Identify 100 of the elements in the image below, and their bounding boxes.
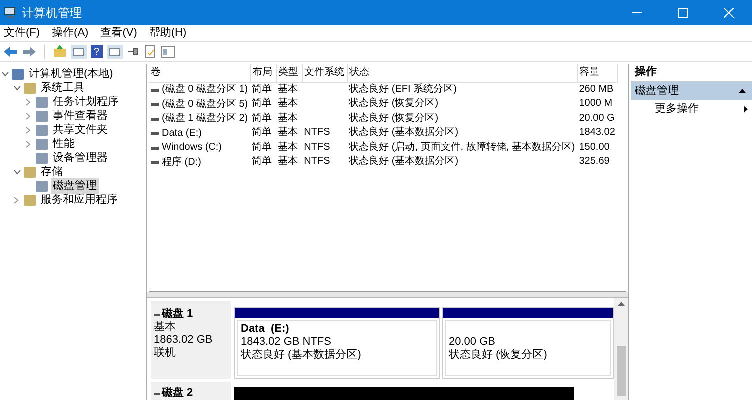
table-cell: 简单 bbox=[252, 127, 272, 138]
tree-item[interactable]: 性能 bbox=[51, 136, 77, 152]
table-cell: 状态良好 (基本数据分区) bbox=[349, 156, 459, 168]
tree-node-icon bbox=[12, 68, 24, 80]
table-cell: 基本 bbox=[278, 156, 298, 168]
partition-status: 状态良好 (基本数据分区) bbox=[241, 349, 362, 362]
table-cell: 基本 bbox=[278, 98, 298, 110]
folder-up-icon[interactable] bbox=[53, 45, 67, 58]
volume-icon bbox=[151, 132, 159, 135]
document-check-icon[interactable] bbox=[145, 44, 157, 58]
tree-item[interactable]: 磁盘管理 bbox=[51, 178, 99, 194]
table-cell: 基本 bbox=[278, 84, 298, 95]
column-header[interactable]: 文件系统 bbox=[302, 64, 348, 82]
expanded-caret-icon[interactable] bbox=[14, 86, 24, 90]
table-cell: 基本 bbox=[278, 127, 298, 138]
tree-node-icon bbox=[36, 180, 48, 192]
disk-detail: 1863.02 GB bbox=[154, 334, 214, 347]
tree-node-icon bbox=[36, 124, 48, 136]
column-header[interactable]: 状态 bbox=[347, 64, 578, 82]
computer-icon bbox=[4, 6, 18, 20]
scrollbar[interactable] bbox=[614, 298, 628, 400]
table-cell: 简单 bbox=[252, 84, 272, 95]
table-cell: NTFS bbox=[304, 156, 330, 168]
forward-arrow-icon[interactable] bbox=[22, 46, 36, 58]
partition-name: Data (E:) bbox=[241, 323, 290, 336]
volume-icon bbox=[151, 161, 159, 164]
tree-node-icon bbox=[24, 82, 36, 94]
tree-node-icon bbox=[24, 166, 36, 178]
action-item[interactable]: 更多操作 bbox=[631, 100, 752, 118]
partition-size: 20.00 GB bbox=[449, 336, 496, 348]
table-cell: (磁盘 0 磁盘分区 5) bbox=[162, 98, 248, 112]
volume-icon bbox=[151, 146, 159, 150]
table-cell: 260 MB bbox=[579, 84, 614, 95]
partition-block[interactable]: 20.00 GB 状态良好 (恢复分区) bbox=[442, 307, 614, 379]
scroll-up-icon[interactable] bbox=[618, 302, 624, 306]
plug-icon[interactable] bbox=[127, 46, 141, 56]
table-cell: 1000 M bbox=[579, 98, 613, 110]
column-header[interactable]: 卷 bbox=[149, 64, 250, 82]
panel-icon[interactable] bbox=[71, 44, 87, 58]
table-cell: 简单 bbox=[252, 112, 272, 124]
help-icon[interactable]: ? bbox=[91, 45, 103, 58]
table-cell: 20.00 G bbox=[579, 112, 615, 124]
menu-item[interactable]: 文件(F) bbox=[4, 24, 40, 42]
tree-item[interactable]: 计算机管理(本地) bbox=[27, 66, 116, 82]
submenu-arrow-icon bbox=[744, 106, 748, 112]
disk-name: 磁盘 1 bbox=[162, 308, 194, 321]
expanded-caret-icon[interactable] bbox=[14, 170, 24, 174]
column-header[interactable]: 容量 bbox=[577, 64, 618, 82]
tree-item[interactable]: 共享文件夹 bbox=[51, 122, 110, 138]
tree-item[interactable]: 设备管理器 bbox=[51, 150, 110, 166]
table-cell: 状态良好 (恢复分区) bbox=[349, 98, 439, 110]
tree-node-icon bbox=[36, 152, 48, 164]
menu-item[interactable]: 操作(A) bbox=[52, 24, 89, 42]
partition-status: 状态良好 (恢复分区) bbox=[449, 349, 548, 362]
section-title: 磁盘管理 bbox=[635, 84, 679, 99]
minimize-icon bbox=[632, 12, 642, 13]
menu-item[interactable]: 帮助(H) bbox=[149, 24, 187, 42]
table-cell: (磁盘 0 磁盘分区 1) bbox=[162, 83, 248, 97]
column-header[interactable]: 类型 bbox=[276, 64, 302, 82]
collapse-caret-icon[interactable] bbox=[739, 89, 746, 93]
table-cell: NTFS bbox=[304, 142, 330, 153]
table-cell: 简单 bbox=[252, 156, 272, 168]
volume-icon bbox=[151, 103, 159, 106]
volume-icon bbox=[151, 88, 159, 92]
partition-block[interactable]: Data (E:) 1843.02 GB NTFS 状态良好 (基本数据分区) bbox=[234, 307, 440, 379]
table-cell: 150.00 bbox=[579, 142, 610, 153]
table-cell: 状态良好 (EFI 系统分区) bbox=[349, 84, 457, 95]
window-icon[interactable] bbox=[161, 46, 175, 58]
volume-icon bbox=[151, 118, 159, 120]
table-cell: 325.69 bbox=[579, 156, 610, 168]
tree-item[interactable]: 任务计划程序 bbox=[51, 94, 121, 110]
tree-node-icon bbox=[24, 194, 36, 206]
tree-node-icon bbox=[36, 96, 48, 108]
expanded-caret-icon[interactable] bbox=[2, 72, 12, 76]
maximize-icon bbox=[678, 8, 688, 18]
table-cell: 基本 bbox=[278, 142, 298, 153]
tree-item[interactable]: 系统工具 bbox=[39, 80, 87, 96]
tree-item[interactable]: 事件查看器 bbox=[51, 108, 110, 124]
table-cell: 状态良好 (启动, 页面文件, 故障转储, 基本数据分区) bbox=[349, 142, 576, 153]
menu-item[interactable]: 查看(V) bbox=[100, 24, 138, 42]
scroll-thumb[interactable] bbox=[616, 346, 626, 396]
disk-detail: 联机 bbox=[154, 347, 177, 360]
actions-section[interactable]: 磁盘管理 bbox=[631, 82, 752, 100]
tree-item[interactable]: 服务和应用程序 bbox=[39, 192, 120, 208]
table-cell: 简单 bbox=[252, 98, 272, 110]
close-icon bbox=[724, 8, 734, 18]
table-cell: Windows (C:) bbox=[162, 141, 222, 155]
back-arrow-icon[interactable] bbox=[4, 46, 18, 58]
table-cell: 状态良好 (基本数据分区) bbox=[349, 127, 459, 138]
table-cell: 简单 bbox=[252, 142, 272, 153]
panel-icon[interactable] bbox=[107, 44, 123, 58]
table-cell: 基本 bbox=[278, 112, 298, 124]
table-cell: (磁盘 1 磁盘分区 2) bbox=[162, 112, 248, 126]
table-cell: 程序 (D:) bbox=[162, 156, 202, 170]
tree-node-icon bbox=[36, 138, 48, 150]
tree-item[interactable]: 存储 bbox=[39, 164, 65, 180]
disk-name: 磁盘 2 bbox=[162, 387, 194, 400]
tree-node-icon bbox=[36, 110, 48, 122]
table-cell: 状态良好 (恢复分区) bbox=[349, 112, 439, 124]
column-header[interactable]: 布局 bbox=[250, 64, 276, 82]
